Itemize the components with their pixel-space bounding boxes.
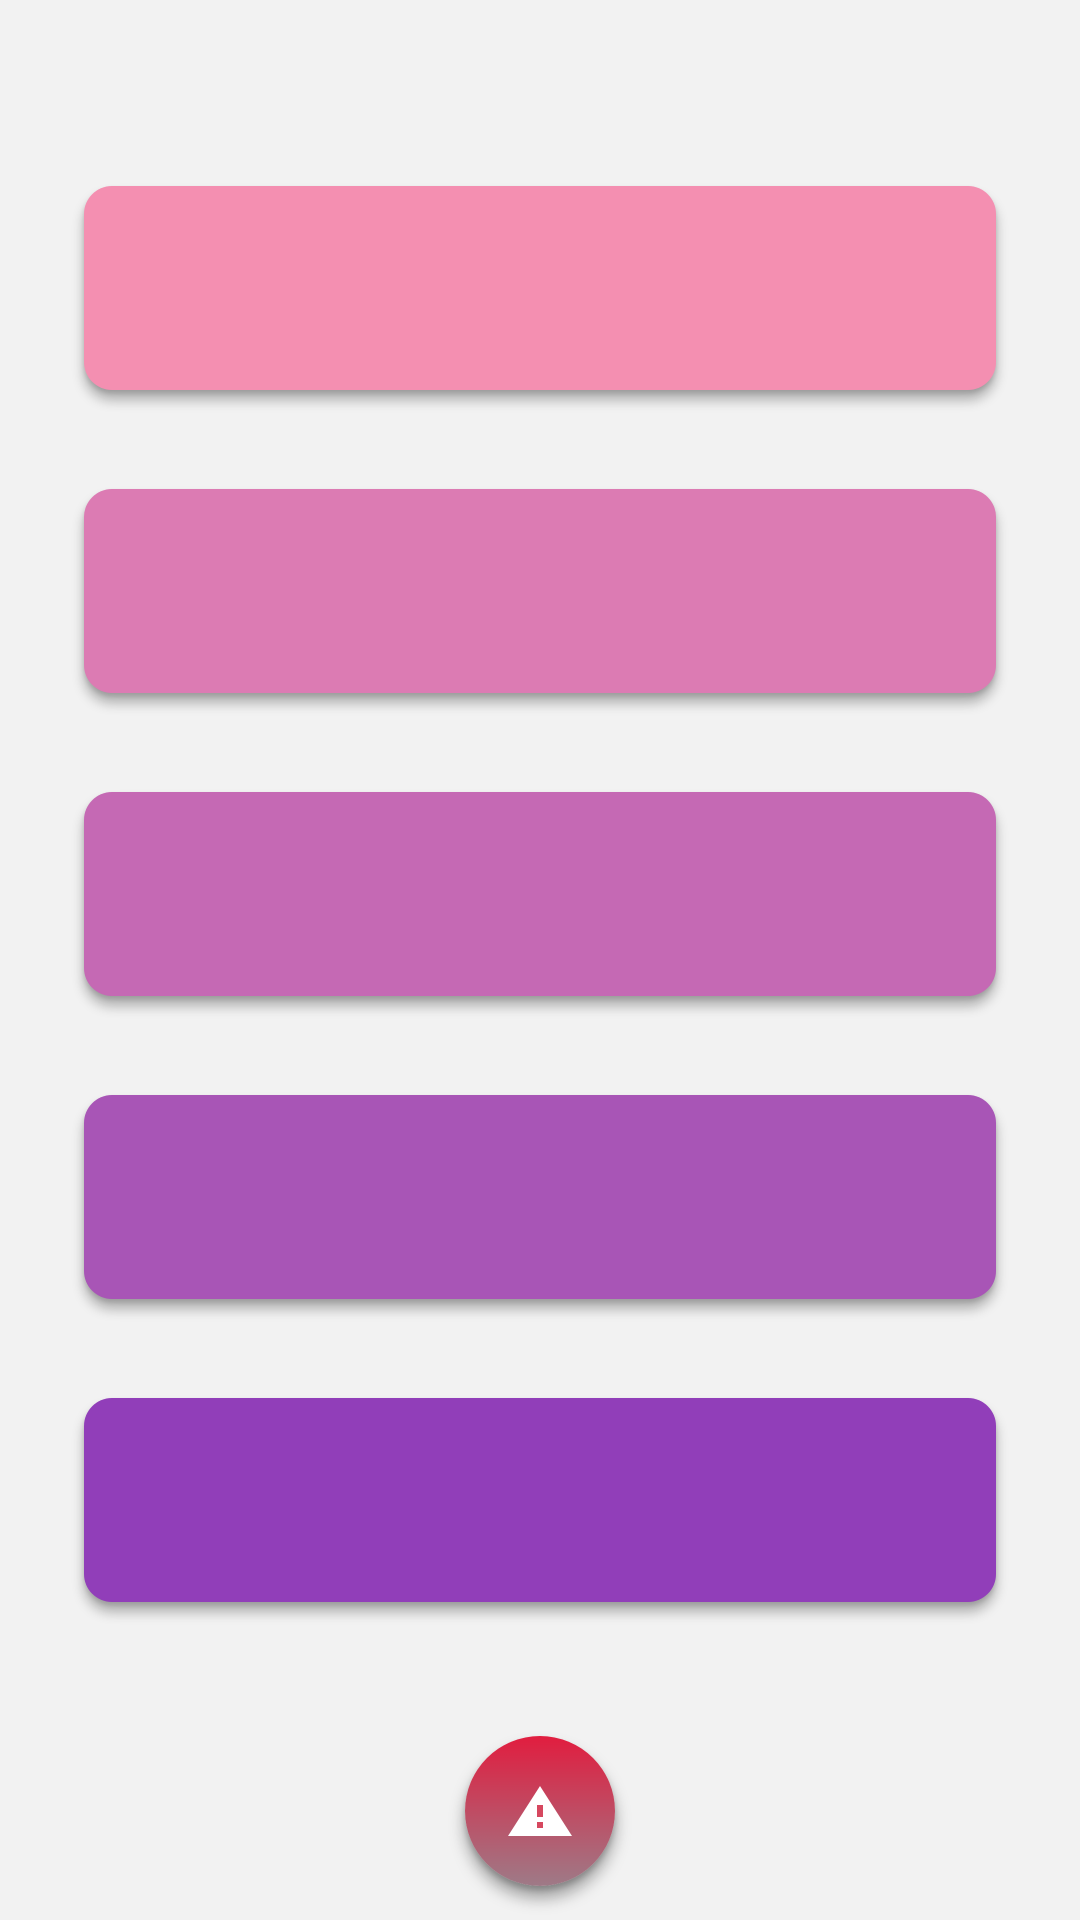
color-card-2[interactable]	[84, 489, 996, 693]
warning-icon	[508, 1786, 572, 1836]
screen	[0, 0, 1080, 1920]
warning-fab-button[interactable]	[465, 1736, 615, 1886]
color-card-3[interactable]	[84, 792, 996, 996]
color-card-4[interactable]	[84, 1095, 996, 1299]
color-card-5[interactable]	[84, 1398, 996, 1602]
color-card-1[interactable]	[84, 186, 996, 390]
card-list	[84, 186, 996, 1701]
